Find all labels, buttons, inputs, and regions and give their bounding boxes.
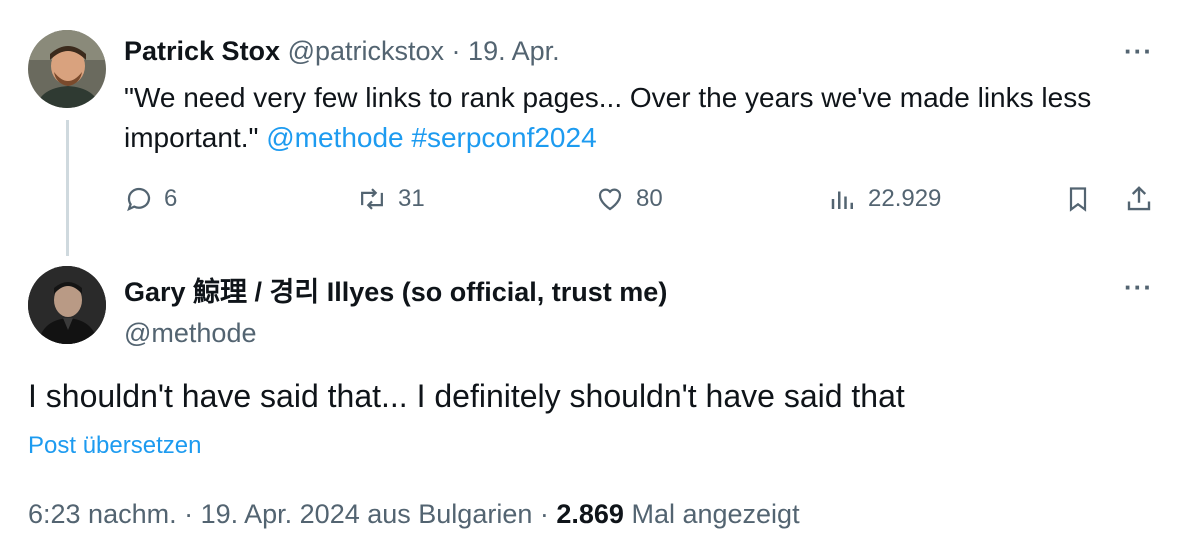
share-button[interactable] — [1124, 184, 1154, 214]
parent-tweet-header: Patrick Stox @patrickstox · 19. Apr. — [124, 36, 560, 67]
gary-avatar[interactable] — [28, 266, 106, 344]
author-handle[interactable]: @patrickstox — [288, 36, 444, 66]
tweet-meta: 6:23 nachm. · 19. Apr. 2024 aus Bulgarie… — [28, 499, 800, 530]
bookmark-icon — [1064, 184, 1092, 214]
more-icon[interactable]: ··· — [1124, 36, 1153, 67]
tweet-location: aus Bulgarien — [367, 499, 533, 529]
views-icon — [828, 184, 858, 214]
repost-icon — [356, 184, 388, 214]
meta-separator: · — [176, 499, 201, 529]
mention-link[interactable]: @methode — [266, 122, 403, 153]
bookmark-button[interactable] — [1064, 184, 1092, 214]
main-tweet-text: I shouldn't have said that... I definite… — [28, 378, 905, 414]
views-label: Mal angezeigt — [631, 499, 800, 529]
tweet-date[interactable]: 19. Apr. 2024 — [201, 499, 360, 529]
more-icon[interactable]: ··· — [1124, 272, 1153, 303]
meta-separator: · — [532, 499, 557, 529]
views-count: 2.869 — [556, 499, 624, 529]
hashtag-link[interactable]: #serpconf2024 — [411, 122, 596, 153]
share-icon — [1124, 184, 1154, 214]
reply-icon — [124, 184, 154, 214]
like-icon — [594, 184, 626, 214]
tweet-date[interactable]: 19. Apr. — [468, 36, 560, 66]
like-count: 80 — [636, 185, 663, 212]
thread-line — [66, 120, 69, 256]
repost-button[interactable]: 31 — [356, 184, 425, 214]
main-tweet-author: Gary 鯨理 / 경리 Illyes (so official, trust … — [124, 270, 667, 349]
reply-button[interactable]: 6 — [124, 184, 177, 214]
parent-tweet-text: "We need very few links to rank pages...… — [124, 78, 1134, 158]
reply-count: 6 — [164, 185, 178, 212]
repost-count: 31 — [398, 185, 425, 212]
author-name[interactable]: Patrick Stox — [124, 36, 280, 66]
patrick-avatar[interactable] — [28, 30, 106, 108]
views-button[interactable]: 22.929 — [828, 184, 941, 214]
author-handle[interactable]: @methode — [124, 318, 667, 349]
views-count: 22.929 — [868, 185, 942, 212]
tweet-time[interactable]: 6:23 nachm. — [28, 499, 177, 529]
translate-link[interactable]: Post übersetzen — [28, 432, 201, 460]
like-button[interactable]: 80 — [594, 184, 663, 214]
author-name[interactable]: Gary 鯨理 / 경리 Illyes (so official, trust … — [124, 270, 667, 309]
meta-separator: · — [444, 36, 469, 66]
